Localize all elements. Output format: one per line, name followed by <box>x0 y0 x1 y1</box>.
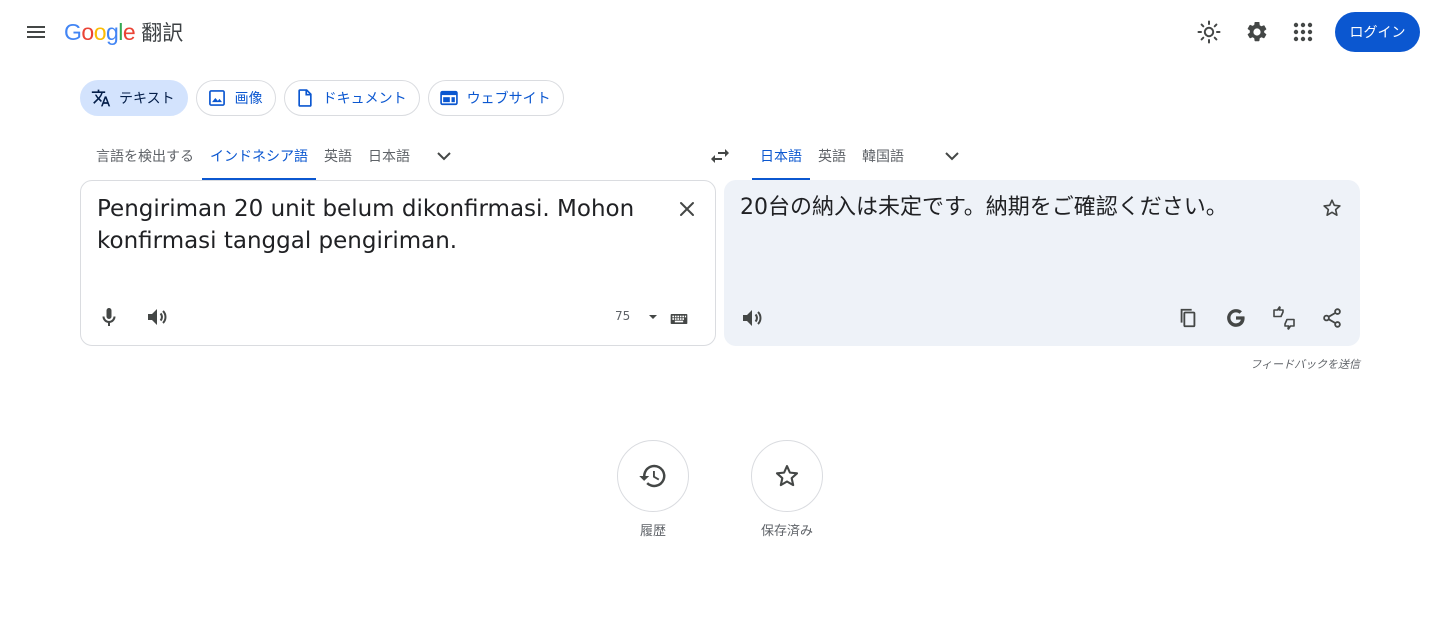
caret-down-icon <box>649 315 657 319</box>
search-with-google-button[interactable] <box>1216 298 1256 338</box>
swap-arrows-icon <box>711 149 729 163</box>
translate-icon <box>91 88 111 108</box>
listen-translation-button[interactable] <box>732 298 772 338</box>
speaker-icon <box>148 309 167 325</box>
mode-tab-label: ドキュメント <box>322 91 407 107</box>
hamburger-menu-icon <box>27 26 45 38</box>
speaker-icon <box>743 310 762 326</box>
save-translation-button[interactable] <box>1312 188 1352 228</box>
history-circle[interactable] <box>617 440 689 512</box>
theme-toggle-button[interactable] <box>1189 12 1229 52</box>
star-outline-icon <box>1323 199 1341 216</box>
mode-tab-label: ウェブサイト <box>466 91 551 107</box>
voice-input-button[interactable] <box>89 297 129 337</box>
product-name: 翻訳 <box>141 21 184 45</box>
mode-tab-label: 画像 <box>234 91 263 107</box>
target-more-languages-button[interactable] <box>932 132 972 180</box>
chevron-down-icon <box>945 152 959 161</box>
source-text-input[interactable]: Pengiriman 20 unit belum dikonfirmasi. M… <box>97 193 657 257</box>
main-menu-button[interactable] <box>16 12 56 52</box>
history-icon <box>639 464 666 488</box>
document-icon <box>295 88 315 108</box>
history-button[interactable]: 履歴 <box>593 440 713 539</box>
source-lang-indonesian[interactable]: インドネシア語 <box>202 132 316 180</box>
google-apps-button[interactable] <box>1283 12 1323 52</box>
target-lang-japanese[interactable]: 日本語 <box>752 132 810 180</box>
saved-circle[interactable] <box>751 440 823 512</box>
website-icon <box>439 88 459 108</box>
source-text-panel: Pengiriman 20 unit belum dikonfirmasi. M… <box>80 180 716 346</box>
clear-source-button[interactable] <box>667 189 707 229</box>
history-label: 履歴 <box>639 524 666 539</box>
gear-icon <box>1247 21 1267 42</box>
apps-grid-icon <box>1293 22 1313 42</box>
google-g-icon <box>1227 309 1245 327</box>
character-count: 75 <box>615 309 631 323</box>
listen-source-button[interactable] <box>137 297 177 337</box>
target-lang-english[interactable]: 英語 <box>810 132 854 180</box>
copy-translation-button[interactable] <box>1168 298 1208 338</box>
google-translate-logo[interactable]: Google 翻訳 <box>64 16 183 48</box>
swap-languages-button[interactable] <box>700 136 740 176</box>
saved-button[interactable]: 保存済み <box>727 440 847 539</box>
target-language-bar: 日本語 英語 韓国語 <box>752 132 972 180</box>
settings-button[interactable] <box>1237 12 1277 52</box>
translation-output-text: 20台の納入は未定です。納期をご確認ください。 <box>740 195 1228 220</box>
mode-tab-text[interactable]: テキスト <box>80 80 188 116</box>
thumbs-up-down-icon <box>1273 306 1295 330</box>
target-lang-korean[interactable]: 韓国語 <box>854 132 912 180</box>
microphone-icon <box>102 308 116 326</box>
mode-tab-website[interactable]: ウェブサイト <box>427 80 564 116</box>
source-more-languages-button[interactable] <box>424 132 464 180</box>
light-mode-icon <box>1197 20 1221 44</box>
source-language-bar: 言語を検出する インドネシア語 英語 日本語 <box>88 132 464 180</box>
copy-icon <box>1180 308 1196 328</box>
mode-tab-document[interactable]: ドキュメント <box>283 80 420 116</box>
star-outline-icon <box>775 465 799 487</box>
share-translation-button[interactable] <box>1312 298 1352 338</box>
login-button[interactable]: ログイン <box>1335 12 1420 52</box>
rate-translation-button[interactable] <box>1264 298 1304 338</box>
send-feedback-link[interactable]: フィードバックを送信 <box>1200 356 1360 372</box>
source-lang-english[interactable]: 英語 <box>316 132 360 180</box>
google-wordmark: Google <box>64 18 136 45</box>
mode-tab-label: テキスト <box>119 91 175 107</box>
saved-label: 保存済み <box>760 524 813 539</box>
source-lang-detect[interactable]: 言語を検出する <box>88 132 202 180</box>
mode-tab-image[interactable]: 画像 <box>195 80 276 116</box>
close-icon <box>680 202 694 216</box>
translation-mode-tabs: テキスト 画像 ドキュメント ウェブサイト <box>80 80 564 116</box>
keyboard-icon <box>670 314 688 324</box>
chevron-down-icon <box>437 152 451 161</box>
image-icon <box>207 88 227 108</box>
translation-output-panel: 20台の納入は未定です。納期をご確認ください。 <box>724 180 1360 346</box>
app-header: Google 翻訳 ログイン <box>0 0 1440 64</box>
source-lang-japanese[interactable]: 日本語 <box>360 132 418 180</box>
share-icon <box>1323 308 1341 328</box>
virtual-keyboard-button[interactable] <box>659 299 699 339</box>
